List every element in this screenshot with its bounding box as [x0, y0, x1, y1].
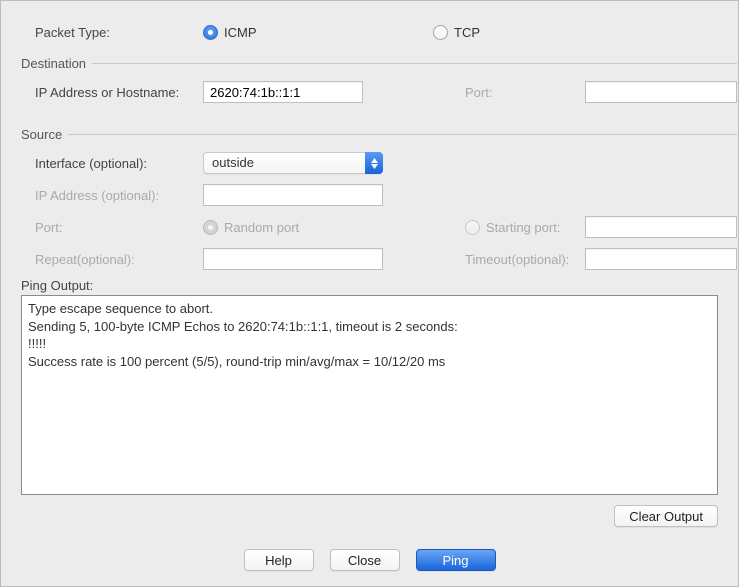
chevron-up-down-icon	[365, 152, 383, 174]
ping-output-label: Ping Output:	[21, 278, 718, 293]
help-button[interactable]: Help	[244, 549, 314, 571]
random-port-option: Random port	[203, 220, 299, 235]
destination-legend: Destination	[21, 56, 92, 71]
packet-type-label: Packet Type:	[35, 25, 203, 40]
src-interface-value: outside	[203, 152, 383, 174]
destination-group: Destination IP Address or Hostname: Port…	[21, 56, 737, 113]
starting-port-input	[585, 216, 737, 238]
source-legend: Source	[21, 127, 68, 142]
ping-output-box[interactable]: Type escape sequence to abort. Sending 5…	[21, 295, 718, 495]
close-button[interactable]: Close	[330, 549, 400, 571]
src-ip-input	[203, 184, 383, 206]
repeat-input	[203, 248, 383, 270]
source-group: Source Interface (optional): outside IP …	[21, 127, 737, 272]
packet-type-icmp-option[interactable]: ICMP	[203, 25, 433, 40]
radio-icmp-label: ICMP	[224, 25, 257, 40]
starting-port-label: Starting port:	[486, 220, 560, 235]
packet-type-row: Packet Type: ICMP TCP	[35, 25, 718, 40]
radio-starting-port	[465, 220, 480, 235]
ping-button[interactable]: Ping	[416, 549, 496, 571]
timeout-input	[585, 248, 737, 270]
radio-tcp-label: TCP	[454, 25, 480, 40]
src-port-label: Port:	[35, 220, 203, 235]
dest-port-label: Port:	[465, 85, 585, 100]
timeout-label: Timeout(optional):	[465, 252, 585, 267]
radio-icmp[interactable]	[203, 25, 218, 40]
dest-port-input	[585, 81, 737, 103]
dest-ip-label: IP Address or Hostname:	[35, 85, 203, 100]
dest-ip-input[interactable]	[203, 81, 363, 103]
clear-output-button[interactable]: Clear Output	[614, 505, 718, 527]
src-interface-label: Interface (optional):	[35, 156, 203, 171]
starting-port-option: Starting port:	[465, 220, 585, 235]
packet-type-tcp-option[interactable]: TCP	[433, 25, 480, 40]
radio-tcp[interactable]	[433, 25, 448, 40]
repeat-label: Repeat(optional):	[35, 252, 203, 267]
src-interface-select[interactable]: outside	[203, 152, 383, 174]
src-ip-label: IP Address (optional):	[35, 188, 203, 203]
ping-dialog: Packet Type: ICMP TCP Destination IP Add…	[0, 0, 739, 587]
random-port-label: Random port	[224, 220, 299, 235]
radio-random-port	[203, 220, 218, 235]
dialog-buttons: Help Close Ping	[21, 549, 718, 571]
